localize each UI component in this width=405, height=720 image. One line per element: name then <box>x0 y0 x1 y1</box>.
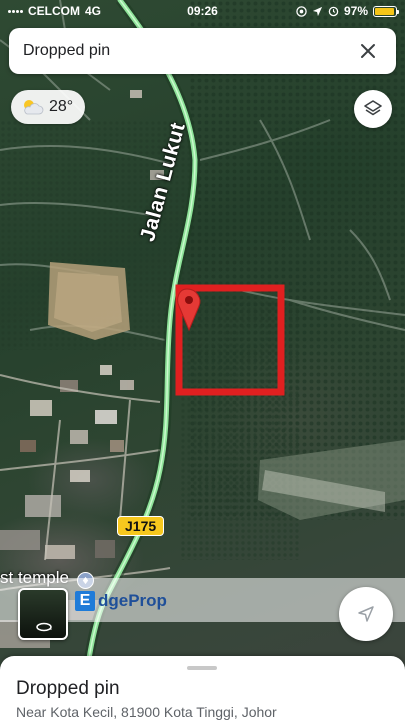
alarm-icon <box>328 6 339 17</box>
partly-cloudy-icon <box>24 100 44 115</box>
place-address: Near Kota Kecil, 81900 Kota Tinggi, Joho… <box>16 704 277 720</box>
battery-icon <box>373 5 399 17</box>
place-title: Dropped pin <box>16 678 120 699</box>
street-view-360-icon <box>36 622 52 632</box>
signal-strength-icon <box>8 9 23 13</box>
edgeprop-logo-text: dgeProp <box>98 591 167 610</box>
place-bottom-sheet[interactable]: Dropped pin Near Kota Kecil, 81900 Kota … <box>0 656 405 720</box>
close-icon <box>361 44 375 58</box>
status-bar: CELCOM 4G 09:26 97% <box>0 0 405 22</box>
route-number-shield: J175 <box>117 516 165 536</box>
location-services-icon <box>296 5 307 17</box>
edgeprop-logo: E dgeProp <box>75 590 167 612</box>
navigation-arrow-icon <box>312 6 323 16</box>
directions-button[interactable] <box>339 587 393 641</box>
carrier-name: CELCOM <box>28 4 80 18</box>
battery-percentage: 97% <box>343 4 368 18</box>
sheet-drag-handle[interactable] <box>187 666 217 670</box>
navigate-arrow-icon <box>358 606 374 622</box>
temperature: 28° <box>49 98 74 115</box>
search-card-title: Dropped pin <box>23 42 111 59</box>
edgeprop-logo-mark: E <box>75 591 95 611</box>
search-card[interactable]: Dropped pin <box>9 28 396 74</box>
layers-icon <box>364 100 382 116</box>
network-type: 4G <box>85 4 102 18</box>
close-button[interactable] <box>354 37 382 65</box>
map-layers-button[interactable] <box>354 90 392 128</box>
street-view-thumbnail[interactable] <box>18 588 68 640</box>
weather-chip[interactable]: 28° <box>11 90 85 124</box>
battery-fill <box>375 7 395 15</box>
